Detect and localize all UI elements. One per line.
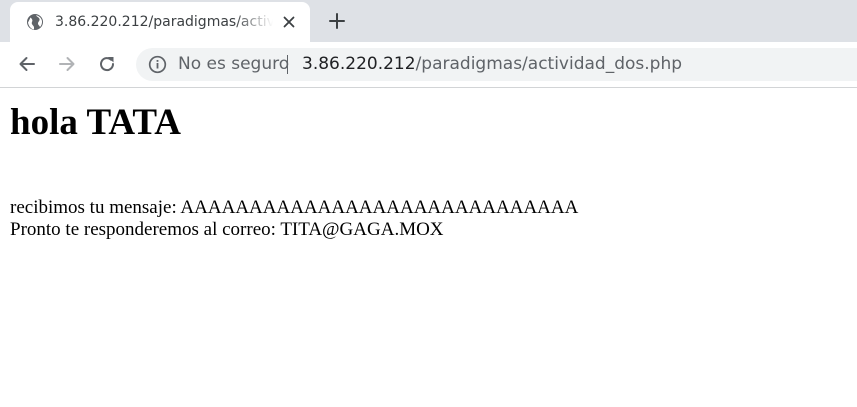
tab-title: 3.86.220.212/paradigmas/actividad_dos.ph… xyxy=(55,14,273,30)
url-path: /paradigmas/actividad_dos.php xyxy=(415,54,683,74)
omnibox-divider xyxy=(287,55,288,74)
browser-toolbar: No es seguro 3.86.220.212/paradigmas/act… xyxy=(0,42,857,88)
page-heading: hola TATA xyxy=(10,102,181,143)
url-host: 3.86.220.212 xyxy=(302,54,416,74)
forward-arrow-icon[interactable] xyxy=(57,54,77,74)
tab-strip: 3.86.220.212/paradigmas/actividad_dos.ph… xyxy=(0,0,857,42)
new-tab-plus-icon[interactable] xyxy=(327,11,347,31)
close-icon[interactable] xyxy=(280,13,298,31)
security-status-label[interactable]: No es seguro xyxy=(178,54,289,75)
browser-tab[interactable]: 3.86.220.212/paradigmas/actividad_dos.ph… xyxy=(10,2,310,42)
globe-icon xyxy=(27,14,43,30)
reply-email-text: Pronto te responderemos al correo: TITA@… xyxy=(10,219,444,240)
reload-icon[interactable] xyxy=(97,54,117,74)
browser-chrome: 3.86.220.212/paradigmas/actividad_dos.ph… xyxy=(0,0,857,88)
info-icon[interactable] xyxy=(148,55,167,74)
back-arrow-icon[interactable] xyxy=(17,54,37,74)
message-received-text: recibimos tu mensaje: AAAAAAAAAAAAAAAAAA… xyxy=(10,197,579,218)
page-content: hola TATA recibimos tu mensaje: AAAAAAAA… xyxy=(0,88,857,407)
address-bar[interactable]: No es seguro 3.86.220.212/paradigmas/act… xyxy=(136,48,857,81)
url-text[interactable]: 3.86.220.212/paradigmas/actividad_dos.ph… xyxy=(302,54,682,75)
